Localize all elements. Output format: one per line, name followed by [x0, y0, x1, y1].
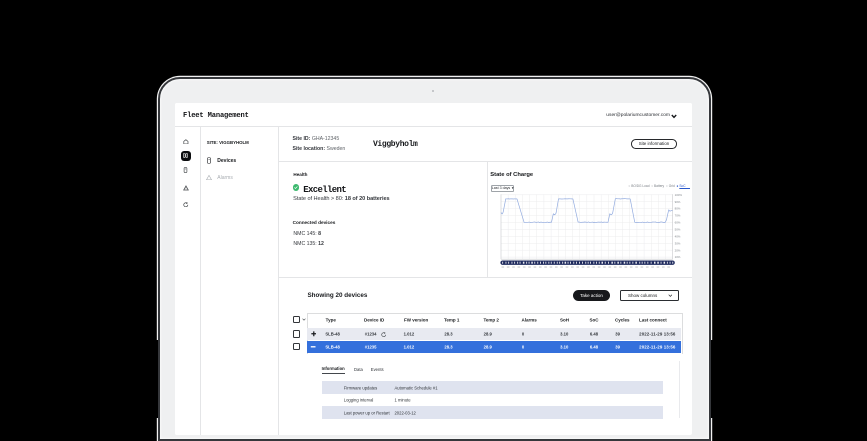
- svg-text:100%: 100%: [675, 193, 683, 197]
- svg-text:20%: 20%: [675, 249, 681, 253]
- svg-text:90%: 90%: [675, 200, 681, 204]
- svg-text:40%: 40%: [675, 235, 681, 239]
- svg-text:10%: 10%: [675, 256, 681, 260]
- svg-text:60%: 60%: [675, 221, 681, 225]
- svg-text:30%: 30%: [675, 242, 681, 246]
- svg-text:70%: 70%: [675, 214, 681, 218]
- svg-text:80%: 80%: [675, 207, 681, 211]
- svg-text:50%: 50%: [675, 228, 681, 232]
